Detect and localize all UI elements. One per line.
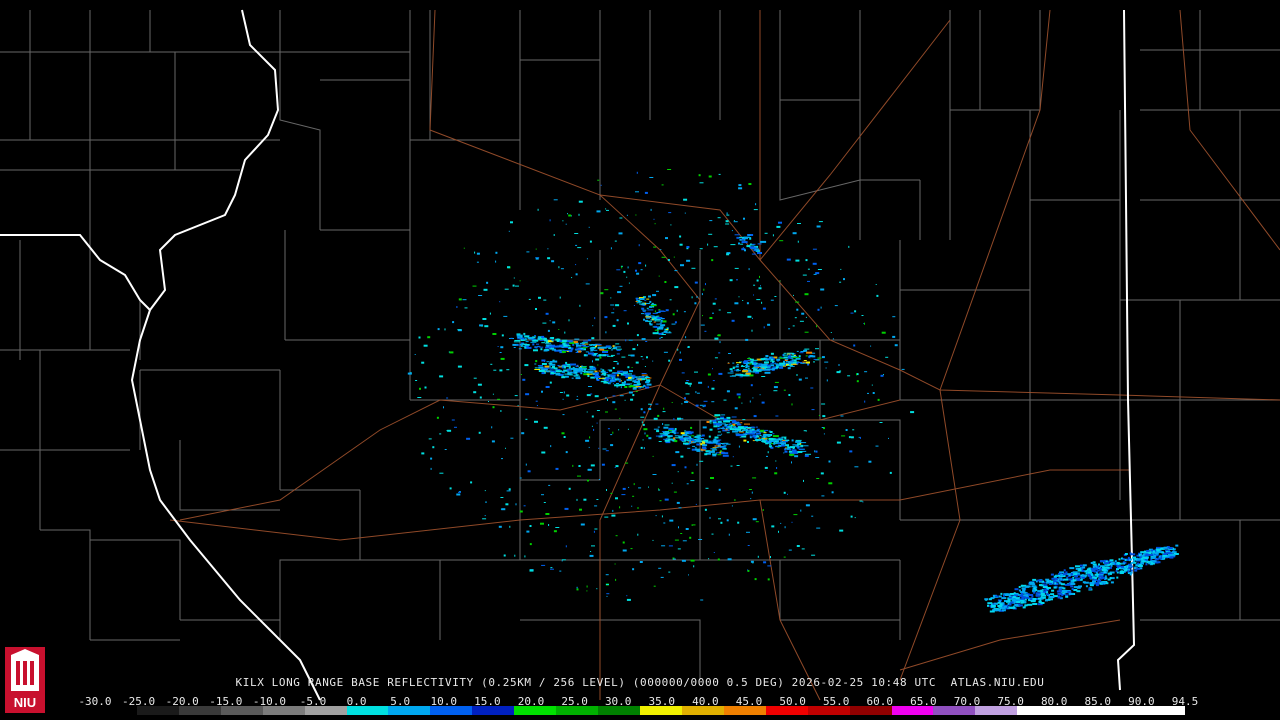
scale-swatch [1059,706,1102,715]
scale-swatch [472,706,515,715]
scale-swatch [933,706,976,715]
scale-swatch [1101,706,1144,715]
scale-swatch [849,706,892,715]
scale-swatch [346,706,389,715]
scale-swatch [1017,706,1060,715]
scale-swatch [388,706,431,715]
state-borders [0,9,1136,701]
scale-swatch [975,706,1018,715]
highway-lines [169,9,1280,701]
reflectivity-color-scale [95,706,1185,715]
scale-swatch [556,706,599,715]
scale-swatch [681,706,724,715]
scale-swatch [723,706,766,715]
scale-swatch [1143,706,1185,715]
scale-swatch [807,706,850,715]
reflectivity-echoes [407,169,1179,613]
county-boundaries [0,10,1280,680]
scale-swatch [891,706,934,715]
scale-swatch [430,706,473,715]
scale-swatch [639,706,682,715]
scale-swatch [95,706,137,715]
scale-swatch [304,706,347,715]
niu-logo: NIU [5,647,45,713]
scale-swatch [220,706,263,715]
scale-swatch [262,706,305,715]
scale-swatch [178,706,221,715]
scale-swatch [765,706,808,715]
scale-swatch [136,706,179,715]
radar-map [0,9,1280,701]
product-caption: KILX LONG RANGE BASE REFLECTIVITY (0.25K… [235,676,1045,689]
scale-swatch [514,706,557,715]
scale-swatch [598,706,640,715]
svg-text:NIU: NIU [14,695,36,710]
